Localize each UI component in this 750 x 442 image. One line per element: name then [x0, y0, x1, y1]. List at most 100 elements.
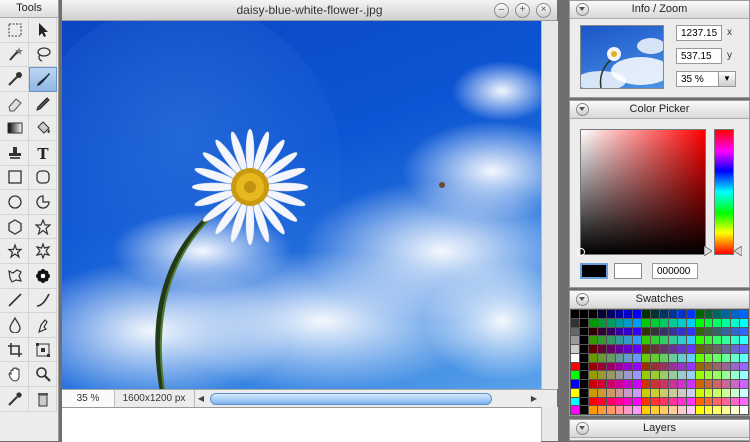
swatch-cell[interactable] — [704, 327, 713, 336]
swatch-cell[interactable] — [615, 310, 624, 318]
swatch-cell[interactable] — [615, 318, 624, 327]
image-canvas[interactable] — [62, 21, 541, 389]
swatch-cell[interactable] — [579, 388, 588, 397]
swatch-cell[interactable] — [633, 310, 642, 318]
swatch-cell[interactable] — [660, 397, 668, 406]
swatch-cell[interactable] — [606, 362, 615, 371]
swatch-cell[interactable] — [651, 318, 659, 327]
swatch-cell[interactable] — [624, 318, 633, 327]
close-button[interactable]: × — [536, 3, 551, 18]
tool-hand[interactable] — [1, 362, 29, 387]
swatch-cell[interactable] — [677, 327, 686, 336]
swatch-cell[interactable] — [695, 380, 704, 388]
swatch-cell[interactable] — [704, 353, 713, 362]
swatch-cell[interactable] — [606, 327, 615, 336]
swatch-cell[interactable] — [740, 336, 748, 344]
swatch-cell[interactable] — [571, 345, 579, 353]
swatch-cell[interactable] — [686, 336, 695, 344]
swatch-cell[interactable] — [677, 345, 686, 353]
swatch-cell[interactable] — [571, 380, 579, 388]
swatch-cell[interactable] — [642, 336, 651, 344]
swatch-cell[interactable] — [695, 397, 704, 406]
swatch-cell[interactable] — [713, 345, 722, 353]
swatch-cell[interactable] — [615, 353, 624, 362]
swatch-cell[interactable] — [740, 310, 748, 318]
maximize-button[interactable]: + — [515, 3, 530, 18]
swatch-cell[interactable] — [686, 310, 695, 318]
swatch-cell[interactable] — [651, 327, 659, 336]
tool-move-arrow[interactable] — [29, 18, 57, 43]
swatch-cell[interactable] — [579, 336, 588, 344]
swatch-cell[interactable] — [660, 406, 668, 414]
swatch-cell[interactable] — [722, 406, 731, 414]
swatch-cell[interactable] — [722, 345, 731, 353]
swatch-cell[interactable] — [704, 345, 713, 353]
swatch-cell[interactable] — [695, 371, 704, 379]
swatch-cell[interactable] — [731, 310, 740, 318]
swatch-cell[interactable] — [579, 371, 588, 379]
swatch-cell[interactable] — [651, 397, 659, 406]
swatch-cell[interactable] — [668, 345, 677, 353]
swatch-cell[interactable] — [722, 371, 731, 379]
swatch-cell[interactable] — [731, 380, 740, 388]
swatch-cell[interactable] — [722, 397, 731, 406]
swatch-cell[interactable] — [588, 310, 597, 318]
swatch-cell[interactable] — [713, 362, 722, 371]
swatch-cell[interactable] — [597, 336, 606, 344]
swatch-cell[interactable] — [668, 380, 677, 388]
swatch-cell[interactable] — [713, 388, 722, 397]
swatch-cell[interactable] — [597, 380, 606, 388]
swatch-cell[interactable] — [624, 353, 633, 362]
swatch-cell[interactable] — [713, 380, 722, 388]
swatch-cell[interactable] — [713, 406, 722, 414]
lower-scrollbar[interactable] — [541, 407, 558, 441]
swatch-cell[interactable] — [597, 406, 606, 414]
swatch-cell[interactable] — [713, 327, 722, 336]
swatch-cell[interactable] — [597, 353, 606, 362]
swatch-cell[interactable] — [651, 310, 659, 318]
swatch-cell[interactable] — [722, 336, 731, 344]
swatch-cell[interactable] — [624, 327, 633, 336]
swatch-cell[interactable] — [633, 327, 642, 336]
swatch-cell[interactable] — [660, 310, 668, 318]
swatch-cell[interactable] — [615, 388, 624, 397]
swatch-cell[interactable] — [686, 318, 695, 327]
scroll-thumb[interactable] — [210, 393, 492, 405]
tool-star[interactable] — [29, 214, 57, 240]
zoom-select[interactable]: 35 % ▼ — [676, 71, 736, 87]
swatch-cell[interactable] — [642, 345, 651, 353]
swatch-cell[interactable] — [677, 388, 686, 397]
swatch-cell[interactable] — [597, 388, 606, 397]
swatch-cell[interactable] — [731, 362, 740, 371]
swatch-cell[interactable] — [713, 310, 722, 318]
swatch-cell[interactable] — [660, 380, 668, 388]
tool-eyedropper[interactable] — [1, 67, 29, 92]
swatch-cell[interactable] — [579, 362, 588, 371]
swatch-cell[interactable] — [597, 345, 606, 353]
swatch-cell[interactable] — [597, 371, 606, 379]
swatch-cell[interactable] — [606, 353, 615, 362]
tool-stamp[interactable] — [1, 140, 29, 166]
horizontal-scrollbar[interactable]: ◀ ▶ — [196, 392, 541, 405]
tool-line[interactable] — [1, 288, 29, 314]
swatch-cell[interactable] — [713, 336, 722, 344]
swatch-cell[interactable] — [633, 362, 642, 371]
swatch-cell[interactable] — [615, 345, 624, 353]
swatch-cell[interactable] — [651, 388, 659, 397]
swatch-cell[interactable] — [660, 353, 668, 362]
swatch-cell[interactable] — [713, 353, 722, 362]
swatch-cell[interactable] — [624, 380, 633, 388]
swatch-cell[interactable] — [668, 397, 677, 406]
tool-curve[interactable] — [29, 288, 57, 314]
swatch-cell[interactable] — [597, 310, 606, 318]
swatch-cell[interactable] — [615, 371, 624, 379]
swatch-cell[interactable] — [677, 318, 686, 327]
swatch-cell[interactable] — [722, 353, 731, 362]
swatch-cell[interactable] — [695, 406, 704, 414]
swatch-cell[interactable] — [624, 336, 633, 344]
swatch-cell[interactable] — [668, 336, 677, 344]
swatch-cell[interactable] — [695, 310, 704, 318]
swatch-cell[interactable] — [651, 362, 659, 371]
swatch-cell[interactable] — [651, 345, 659, 353]
swatch-cell[interactable] — [686, 362, 695, 371]
